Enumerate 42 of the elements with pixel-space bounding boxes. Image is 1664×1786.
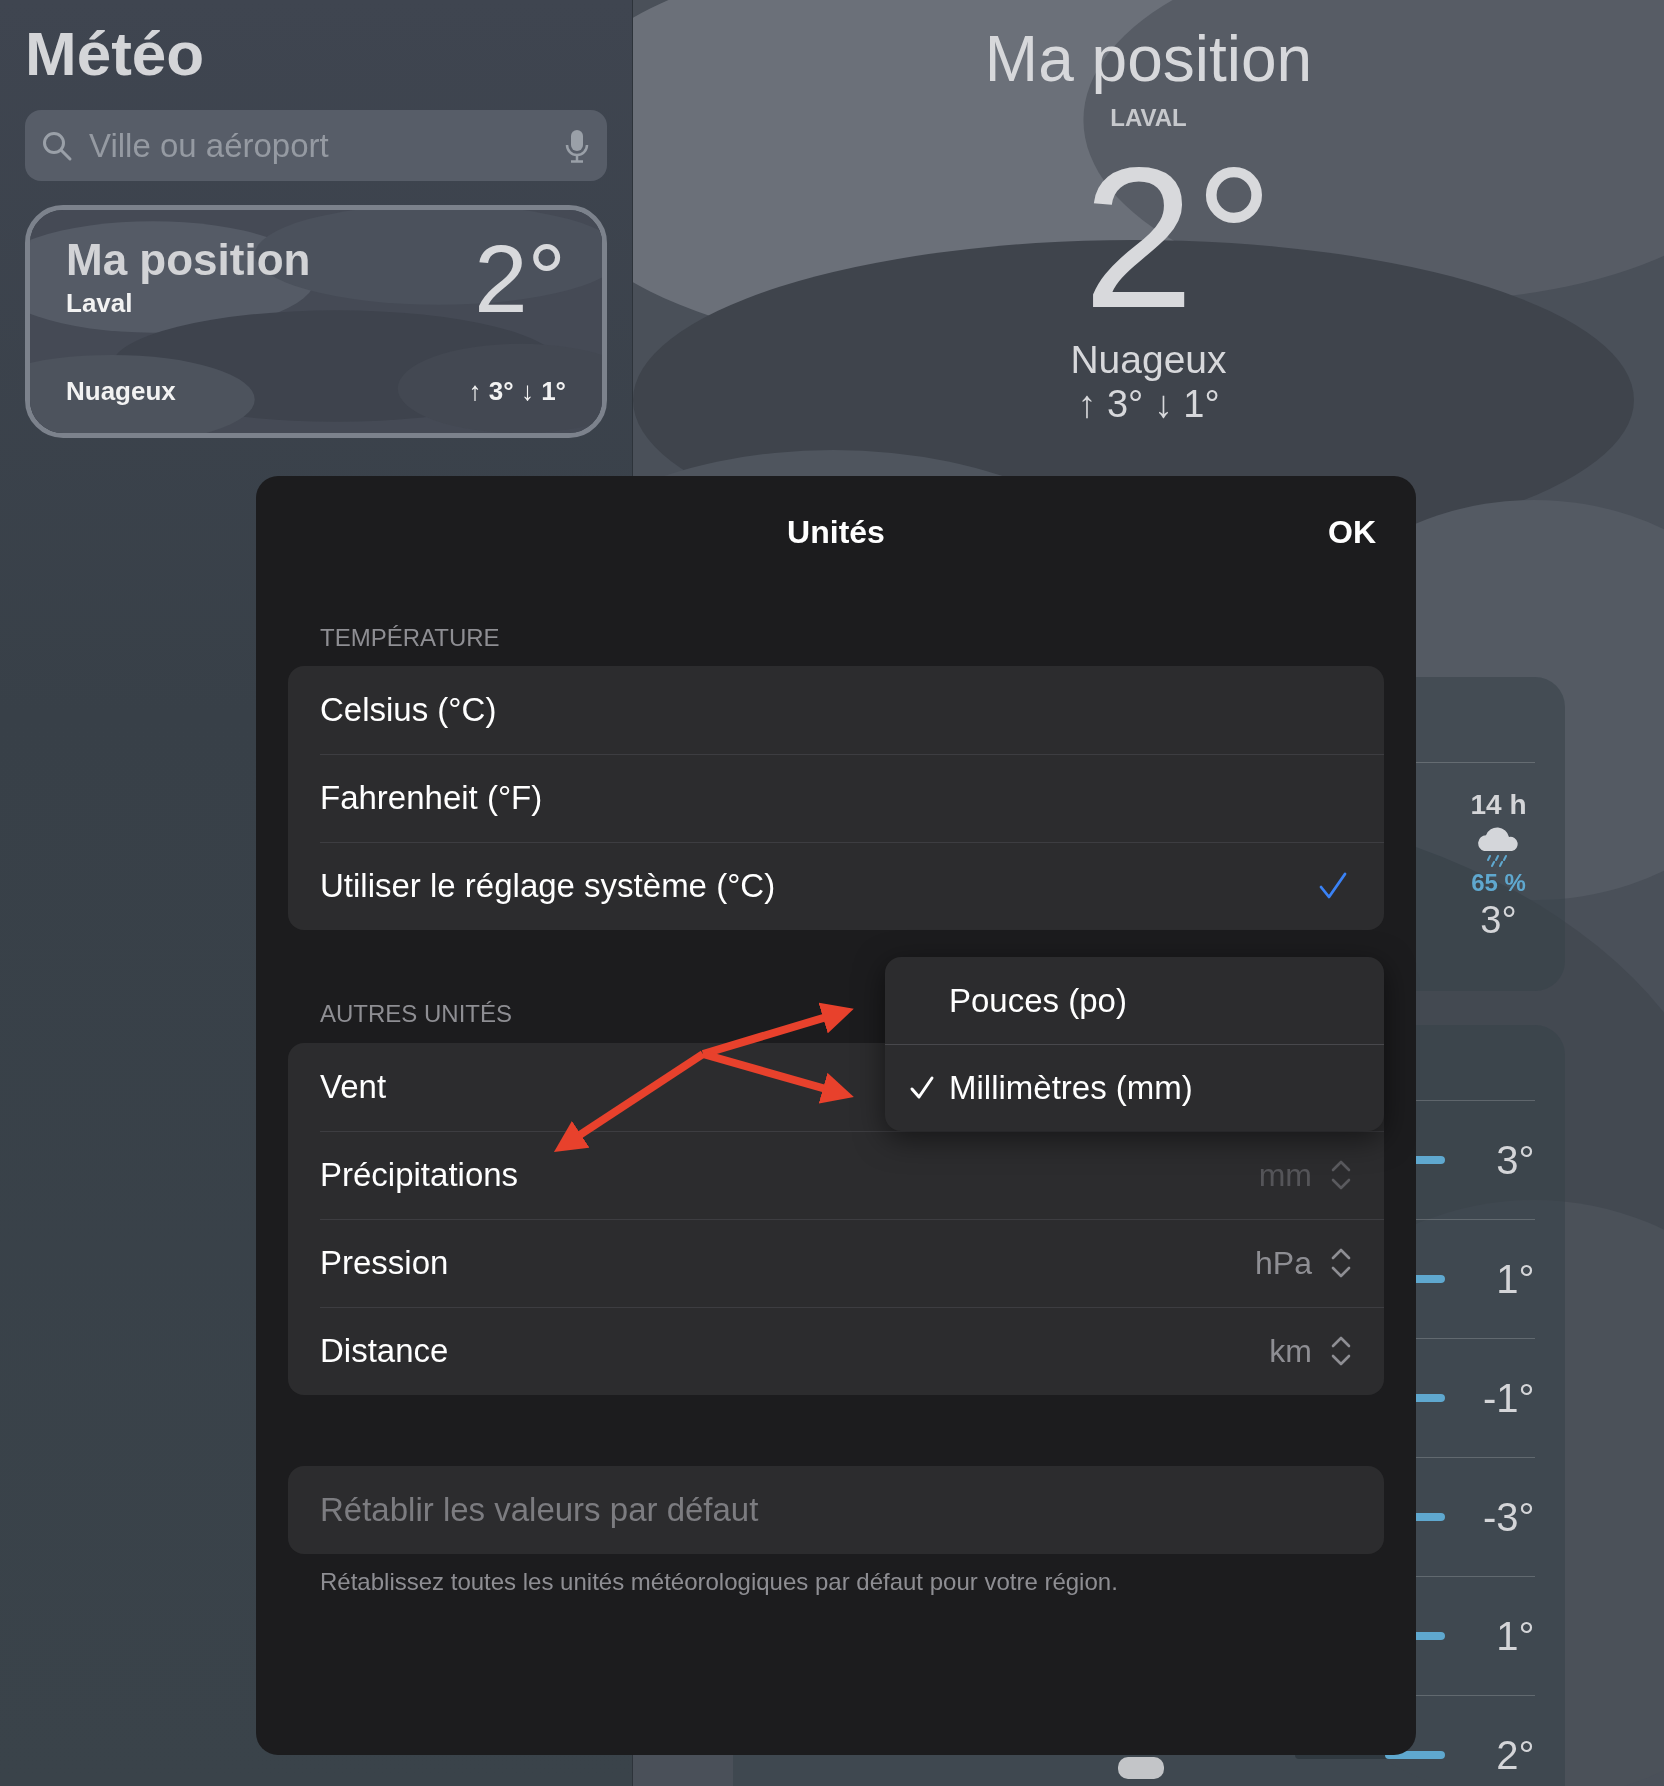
high-temperature: 1° — [1495, 1613, 1535, 1659]
settings-row[interactable]: Fahrenheit (°F) — [288, 754, 1384, 842]
city-name: Laval — [66, 288, 134, 319]
city-name: LAVAL — [1110, 103, 1187, 133]
app-title: Météo — [25, 18, 206, 90]
section-header: AUTRES UNITÉS — [319, 1001, 513, 1027]
settings-row[interactable]: Distance km — [288, 1307, 1384, 1395]
chevron-up-down-icon — [1330, 1334, 1352, 1368]
current-temperature: 2° — [1082, 138, 1275, 338]
checkmark-icon — [909, 1075, 935, 1101]
location-name: Ma position — [66, 234, 311, 286]
condition-text: Nuageux — [66, 376, 176, 407]
search-icon — [41, 129, 73, 162]
location-card[interactable]: Ma position Laval 2° Nuageux ↑ 3° ↓ 1° — [25, 205, 607, 438]
condition-text: Nuageux — [1070, 338, 1227, 382]
section-header: TEMPÉRATURE — [319, 625, 500, 651]
settings-row[interactable]: Celsius (°C) — [288, 666, 1384, 754]
ok-button[interactable]: OK — [1328, 506, 1376, 559]
chevron-up-down-icon — [1330, 1246, 1352, 1280]
high-temperature: -3° — [1481, 1494, 1535, 1540]
settings-row[interactable]: Pression hPa — [288, 1219, 1384, 1307]
high-temperature: 2° — [1495, 1732, 1535, 1778]
search-field[interactable]: Ville ou aéroport — [25, 110, 607, 181]
chevron-up-down-icon — [1330, 1158, 1352, 1192]
hour-label: 14 h — [1470, 789, 1527, 821]
hour-temperature: 3° — [1480, 899, 1517, 942]
weather-icon — [1117, 1757, 1164, 1779]
high-temperature: 3° — [1495, 1137, 1535, 1183]
search-input[interactable]: Ville ou aéroport — [87, 125, 551, 166]
temperature-range: ↑ 3° ↓ 1° — [468, 376, 566, 407]
menu-option[interactable]: Pouces (po) — [885, 957, 1384, 1044]
microphone-icon[interactable] — [565, 128, 589, 163]
location-title: Ma position — [984, 22, 1313, 97]
temperature: 2° — [474, 234, 566, 324]
settings-row[interactable]: Utiliser le réglage système (°C) — [288, 842, 1384, 930]
precipitation-chance: 65 % — [1471, 869, 1526, 897]
high-temperature: 1° — [1495, 1256, 1535, 1302]
menu-option[interactable]: Millimètres (mm) — [885, 1044, 1384, 1131]
temperature-range: ↑ 3° ↓ 1° — [1077, 382, 1220, 426]
dialog-title: Unités — [787, 513, 885, 551]
high-temperature: -1° — [1481, 1375, 1535, 1421]
footer-note: Rétablissez toutes les unités météorologiques par défaut pour votre région. — [319, 1567, 1119, 1597]
